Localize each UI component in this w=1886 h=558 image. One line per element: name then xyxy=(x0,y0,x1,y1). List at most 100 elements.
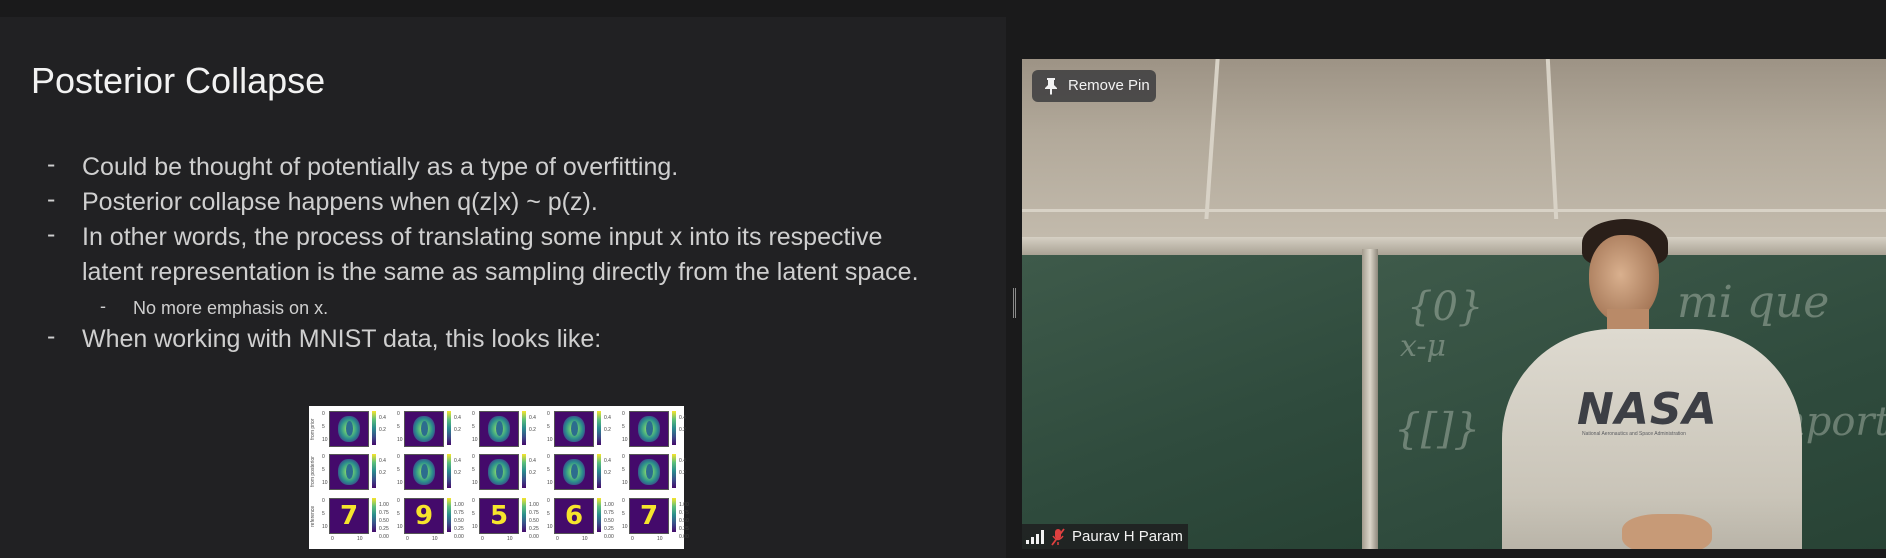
signal-strength-icon xyxy=(1026,530,1044,544)
figure-axis-tick: 10 xyxy=(472,524,478,530)
figure-axis-tick: 5 xyxy=(547,511,550,517)
figure-axis-tick: 0 xyxy=(397,454,400,460)
figure-axis-tick: 10 xyxy=(472,437,478,443)
figure-colorbar xyxy=(522,498,526,532)
remove-pin-button[interactable]: Remove Pin xyxy=(1032,70,1156,102)
colorbar-tick: 0.4 xyxy=(379,415,386,421)
figure-axis-tick: 0 xyxy=(622,454,625,460)
collapsed-sample-thumbnail xyxy=(554,454,594,490)
colorbar-tick: 0.2 xyxy=(679,427,686,433)
figure-colorbar xyxy=(597,454,601,488)
person-hands xyxy=(1622,514,1712,549)
colorbar-tick: 0.00 xyxy=(529,534,539,540)
collapsed-sample-thumbnail xyxy=(554,411,594,447)
figure-axis-tick: 10 xyxy=(322,437,328,443)
figure-axis-tick: 5 xyxy=(397,467,400,473)
colorbar-tick: 0.4 xyxy=(529,458,536,464)
bullet-dash: - xyxy=(47,150,56,178)
figure-axis-tick: 10 xyxy=(622,437,628,443)
figure-axis-tick: 5 xyxy=(547,467,550,473)
figure-axis-tick: 5 xyxy=(322,467,325,473)
colorbar-tick: 0.2 xyxy=(379,427,386,433)
figure-colorbar xyxy=(447,498,451,532)
chalk-writing: x-μ xyxy=(1400,329,1447,364)
colorbar-tick: 0.4 xyxy=(679,415,686,421)
colorbar-tick: 0.75 xyxy=(454,510,464,516)
figure-axis-tick: 0 xyxy=(472,411,475,417)
figure-axis-tick: 5 xyxy=(472,511,475,517)
collapsed-sample-thumbnail xyxy=(404,454,444,490)
collapsed-sample-thumbnail xyxy=(629,454,669,490)
collapsed-sample-thumbnail xyxy=(329,411,369,447)
reference-digit: 7 xyxy=(639,501,659,531)
reference-digit: 6 xyxy=(564,501,584,531)
mic-muted-icon xyxy=(1051,528,1065,546)
colorbar-tick: 0.50 xyxy=(454,518,464,524)
reference-digit: 5 xyxy=(489,501,509,531)
ceiling-beam xyxy=(1022,209,1886,212)
video-feed: {0} x-μ {[]} mi que Import NASA National… xyxy=(1022,59,1886,549)
bullet-text: No more emphasis on x. xyxy=(133,298,329,318)
figure-axis-tick: 10 xyxy=(357,536,363,542)
sweater-logo-subtext: National Aeronautics and Space Administr… xyxy=(1582,431,1686,437)
figure-colorbar xyxy=(372,454,376,488)
figure-axis-tick: 5 xyxy=(397,424,400,430)
sweater-logo: NASA xyxy=(1577,384,1718,435)
colorbar-tick: 0.25 xyxy=(379,526,389,532)
collapsed-sample-thumbnail xyxy=(329,454,369,490)
colorbar-tick: 0.4 xyxy=(379,458,386,464)
figure-axis-tick: 0 xyxy=(622,411,625,417)
colorbar-tick: 0.25 xyxy=(454,526,464,532)
reference-digit-thumbnail: 9 xyxy=(404,498,444,534)
figure-axis-tick: 0 xyxy=(631,536,634,542)
figure-axis-tick: 10 xyxy=(322,524,328,530)
reference-digit-thumbnail: 6 xyxy=(554,498,594,534)
colorbar-tick: 0.25 xyxy=(604,526,614,532)
figure-axis-tick: 5 xyxy=(622,467,625,473)
colorbar-tick: 0.4 xyxy=(604,458,611,464)
figure-axis-tick: 10 xyxy=(397,480,403,486)
colorbar-tick: 0.25 xyxy=(679,526,689,532)
figure-axis-tick: 5 xyxy=(322,511,325,517)
figure-axis-tick: 10 xyxy=(472,480,478,486)
figure-axis-tick: 10 xyxy=(432,536,438,542)
figure-axis-tick: 0 xyxy=(322,411,325,417)
figure-colorbar xyxy=(672,411,676,445)
figure-axis-tick: 10 xyxy=(657,536,663,542)
figure-axis-tick: 10 xyxy=(397,524,403,530)
figure-row-label: reference xyxy=(310,505,316,527)
board-frame xyxy=(1022,237,1886,255)
colorbar-tick: 0.75 xyxy=(679,510,689,516)
figure-axis-tick: 10 xyxy=(397,437,403,443)
colorbar-tick: 0.4 xyxy=(529,415,536,421)
figure-axis-tick: 10 xyxy=(582,536,588,542)
colorbar-tick: 0.00 xyxy=(604,534,614,540)
figure-axis-tick: 10 xyxy=(507,536,513,542)
bullet-text: When working with MNIST data, this looks… xyxy=(82,325,602,353)
figure-colorbar xyxy=(597,411,601,445)
figure-axis-tick: 0 xyxy=(547,454,550,460)
colorbar-tick: 0.00 xyxy=(454,534,464,540)
bullet-text: Posterior collapse happens when q(z|x) ~… xyxy=(82,188,598,216)
colorbar-tick: 0.50 xyxy=(679,518,689,524)
colorbar-tick: 0.00 xyxy=(679,534,689,540)
figure-colorbar xyxy=(522,454,526,488)
figure-axis-tick: 0 xyxy=(322,454,325,460)
colorbar-tick: 0.2 xyxy=(529,427,536,433)
colorbar-tick: 1.00 xyxy=(604,502,614,508)
colorbar-tick: 0.2 xyxy=(379,470,386,476)
figure-axis-tick: 10 xyxy=(622,524,628,530)
bullet-dash: - xyxy=(47,322,56,350)
participant-namebar: Paurav H Param xyxy=(1022,524,1188,549)
resize-handle[interactable] xyxy=(1013,288,1016,318)
figure-axis-tick: 0 xyxy=(322,498,325,504)
colorbar-tick: 0.2 xyxy=(679,470,686,476)
figure-axis-tick: 10 xyxy=(547,480,553,486)
figure-axis-tick: 0 xyxy=(481,536,484,542)
figure-axis-tick: 5 xyxy=(622,511,625,517)
figure-axis-tick: 0 xyxy=(472,498,475,504)
figure-axis-tick: 0 xyxy=(397,411,400,417)
figure-axis-tick: 0 xyxy=(472,454,475,460)
collapsed-sample-thumbnail xyxy=(479,411,519,447)
figure-axis-tick: 10 xyxy=(622,480,628,486)
